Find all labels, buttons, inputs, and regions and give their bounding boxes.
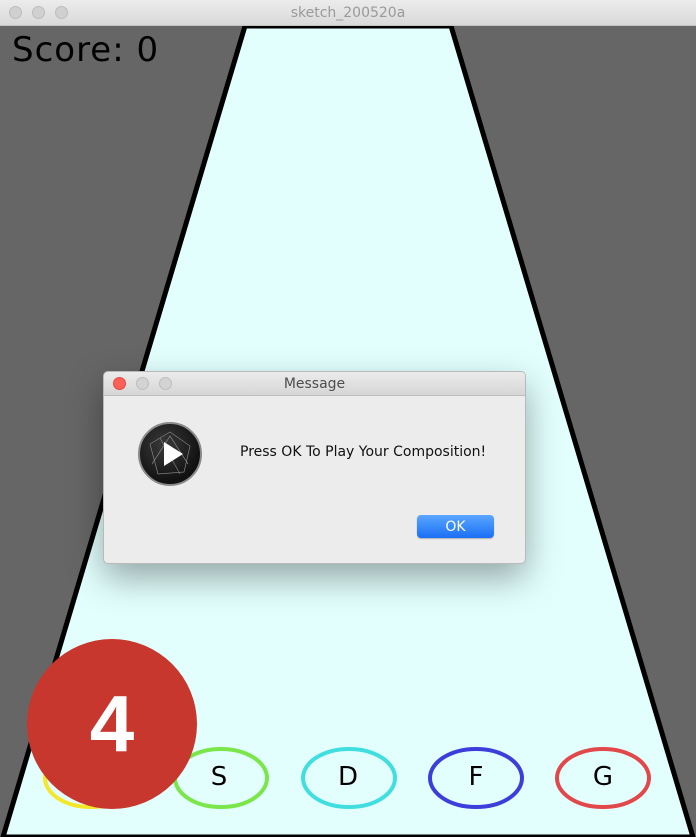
step-number-badge: 4 bbox=[27, 639, 197, 809]
window-title: sketch_200520a bbox=[290, 5, 406, 21]
window-titlebar: sketch_200520a bbox=[0, 0, 696, 26]
lane-key-g: G bbox=[592, 762, 614, 792]
dialog-message: Press OK To Play Your Composition! bbox=[240, 444, 487, 460]
lane-key-d: D bbox=[337, 762, 359, 792]
message-dialog: Message Press OK To Play Your Compositio… bbox=[103, 371, 526, 564]
lane-key-s: S bbox=[210, 762, 228, 792]
lane-key-f: F bbox=[468, 762, 484, 792]
app-window: sketch_200520a Score: 0 A S D F G 4 Mess… bbox=[0, 0, 696, 837]
processing-play-icon bbox=[138, 422, 202, 486]
dialog-titlebar: Message bbox=[104, 372, 525, 396]
ok-button[interactable]: OK bbox=[417, 515, 494, 538]
score-label: Score: 0 bbox=[12, 30, 160, 70]
dialog-title: Message bbox=[283, 376, 346, 392]
